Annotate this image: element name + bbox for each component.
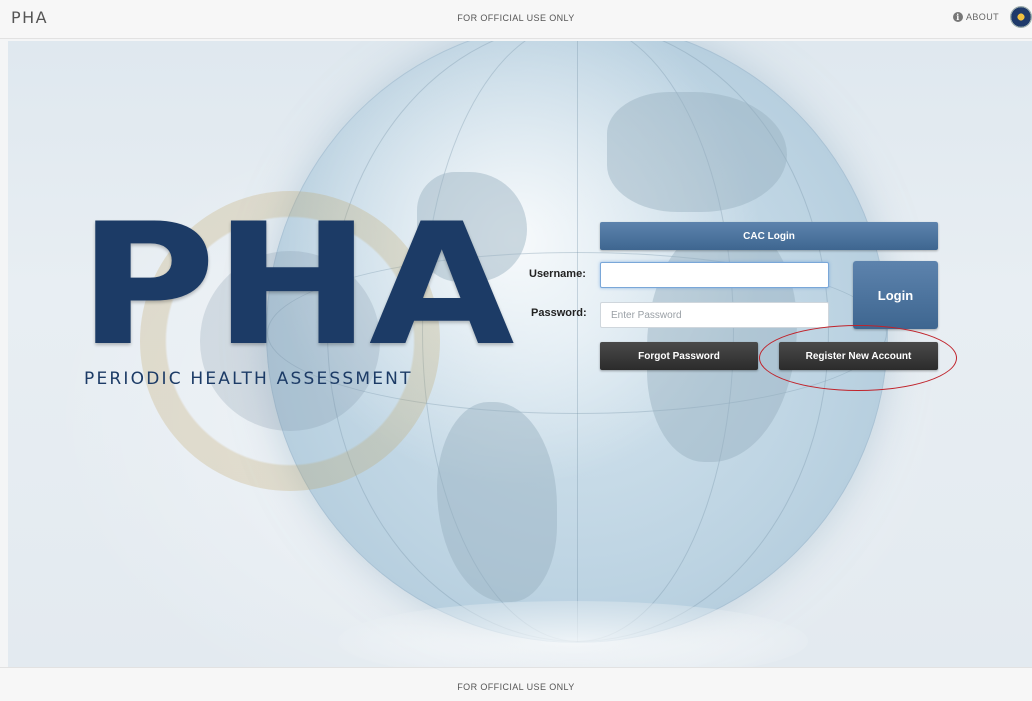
pha-subtitle: PERIODIC HEALTH ASSESSMENT <box>84 369 413 389</box>
navy-seal-icon <box>1010 6 1032 28</box>
password-input[interactable] <box>600 302 829 328</box>
classification-banner-top: FOR OFFICIAL USE ONLY <box>457 13 575 23</box>
forgot-password-button[interactable]: Forgot Password <box>600 342 758 370</box>
username-input[interactable] <box>600 262 829 288</box>
login-button[interactable]: Login <box>853 261 938 329</box>
about-label: ABOUT <box>966 12 1000 22</box>
password-label: Password: <box>531 307 587 319</box>
footer-bar: FOR OFFICIAL USE ONLY <box>0 667 1032 701</box>
cac-login-button[interactable]: CAC Login <box>600 222 938 250</box>
classification-banner-bottom: FOR OFFICIAL USE ONLY <box>457 682 575 692</box>
pha-title: PHA <box>78 187 515 383</box>
username-label: Username: <box>529 268 586 280</box>
globe-pedestal <box>338 601 808 667</box>
top-bar: PHA FOR OFFICIAL USE ONLY i ABOUT <box>0 0 1032 39</box>
info-circle-icon: i <box>953 12 963 22</box>
register-new-account-button[interactable]: Register New Account <box>779 342 938 370</box>
about-link[interactable]: i ABOUT <box>953 12 999 22</box>
